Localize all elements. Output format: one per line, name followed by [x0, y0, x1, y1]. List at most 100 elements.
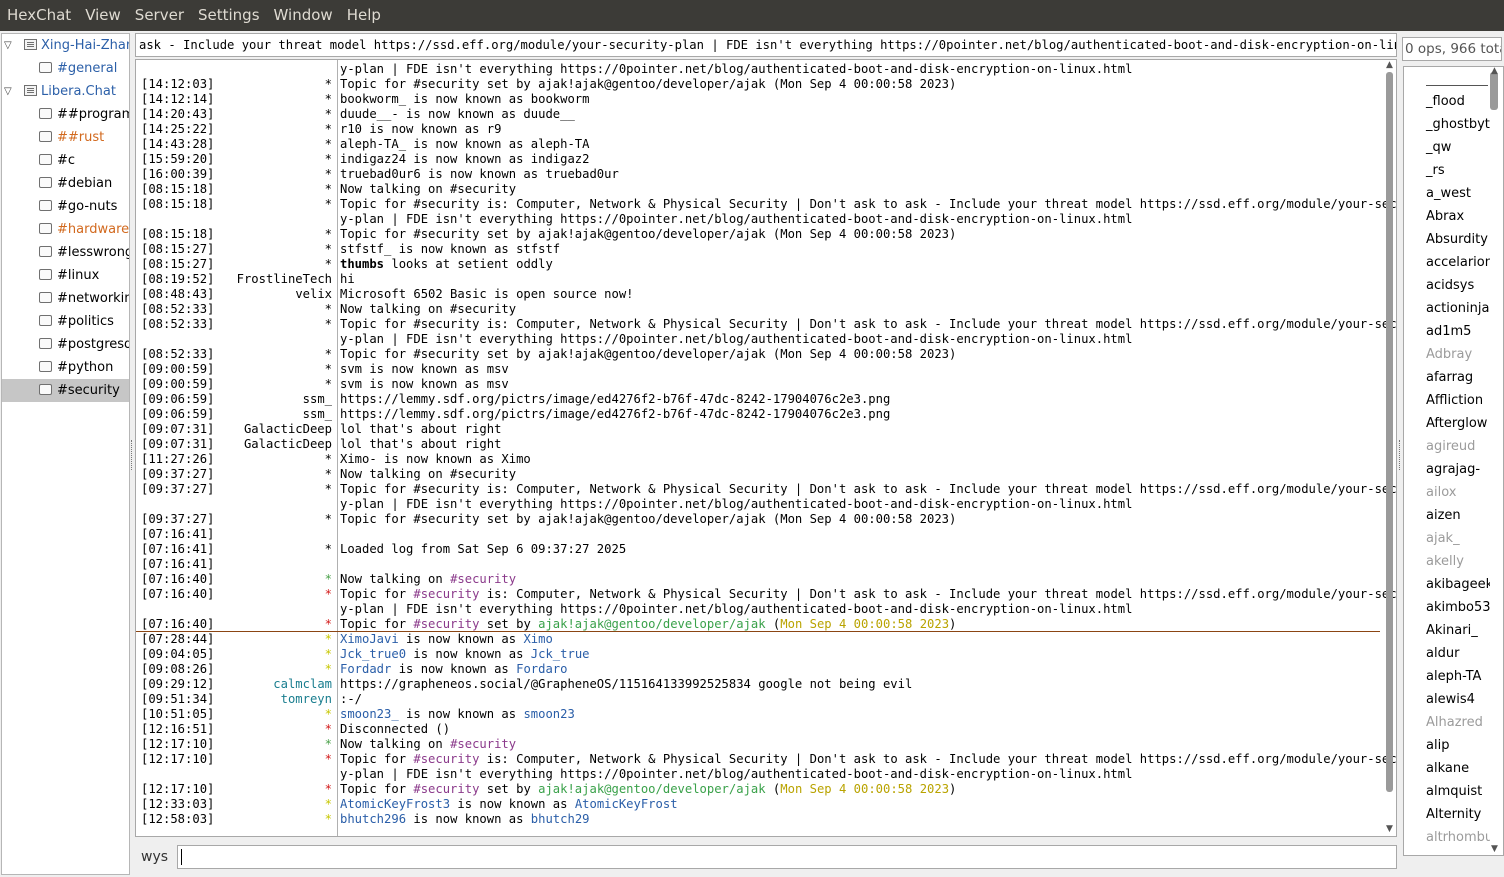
user-item[interactable]: _rs — [1404, 159, 1490, 182]
user-item[interactable]: akibageek — [1404, 573, 1490, 596]
channel-item[interactable]: #debian — [2, 172, 129, 195]
server-item[interactable]: ▽ Libera.Chat — [2, 80, 129, 103]
timestamp: [07:16:41] — [141, 527, 215, 541]
left-pane-grip[interactable] — [131, 440, 134, 470]
user-item[interactable]: _flood — [1404, 90, 1490, 113]
user-item[interactable]: alip — [1404, 734, 1490, 757]
channel-item[interactable]: #linux — [2, 264, 129, 287]
channel-item[interactable]: ##programming — [2, 103, 129, 126]
user-item[interactable]: Afterglow — [1404, 412, 1490, 435]
user-item[interactable]: akimbo533 — [1404, 596, 1490, 619]
channel-item[interactable]: #hardware — [2, 218, 129, 241]
message-input[interactable] — [177, 845, 1397, 869]
timestamp: [12:33:03] — [141, 797, 215, 811]
channel-item[interactable]: #python — [2, 356, 129, 379]
channel-item[interactable]: #postgresql — [2, 333, 129, 356]
menu-hexchat[interactable]: HexChat — [0, 0, 78, 31]
menu-bar: HexChat View Server Settings Window Help — [0, 0, 1504, 31]
channel-item[interactable]: ##rust — [2, 126, 129, 149]
user-name: _flood — [1426, 94, 1465, 109]
channel-item[interactable]: #c — [2, 149, 129, 172]
chat-scrollbar-thumb[interactable] — [1386, 72, 1393, 792]
expander-icon[interactable]: ▽ — [4, 80, 16, 103]
channel-item[interactable]: #go-nuts — [2, 195, 129, 218]
nick-label[interactable]: GalacticDeep — [244, 422, 332, 437]
menu-view[interactable]: View — [78, 0, 128, 31]
chat-line: [14:12:14] * bookworm_ is now known as boo… — [136, 92, 1382, 107]
message-text: Topic for #security is: Computer, Networ… — [340, 752, 1397, 766]
user-item[interactable]: almquist — [1404, 780, 1490, 803]
nick-label[interactable]: calmclam — [273, 677, 332, 692]
right-pane-grip[interactable] — [1399, 440, 1402, 470]
message-text: Topic for #security is: Computer, Networ… — [340, 317, 1397, 331]
user-item[interactable]: _ghostbyte — [1404, 113, 1490, 136]
message-text: Microsoft 6502 Basic is open source now! — [340, 287, 634, 301]
nick-label[interactable]: ssm_ — [303, 392, 332, 407]
user-item[interactable]: ad1m5 — [1404, 320, 1490, 343]
channel-item[interactable]: #lesswrong — [2, 241, 129, 264]
chat-area[interactable]: y-plan | FDE isn't everything https://0p… — [135, 59, 1397, 837]
menu-settings[interactable]: Settings — [191, 0, 267, 31]
nick-label[interactable]: GalacticDeep — [244, 437, 332, 452]
menu-server[interactable]: Server — [128, 0, 191, 31]
menu-window[interactable]: Window — [267, 0, 340, 31]
user-item[interactable]: ailox — [1404, 481, 1490, 504]
user-item[interactable]: agireud — [1404, 435, 1490, 458]
user-item[interactable]: Abrax — [1404, 205, 1490, 228]
user-item[interactable]: agrajag- — [1404, 458, 1490, 481]
user-item[interactable]: Affliction — [1404, 389, 1490, 412]
user-item[interactable]: aldur — [1404, 642, 1490, 665]
user-item[interactable]: actioninja — [1404, 297, 1490, 320]
user-list-scrollbar-thumb[interactable] — [1490, 72, 1498, 110]
menu-help[interactable]: Help — [340, 0, 388, 31]
channel-item[interactable]: #security — [2, 379, 129, 402]
user-item[interactable]: Alternity — [1404, 803, 1490, 826]
nick-label[interactable]: FrostlineTech — [237, 272, 332, 287]
channel-item[interactable]: #politics — [2, 310, 129, 333]
user-item[interactable]: Absurdity — [1404, 228, 1490, 251]
userlist-scroll-down-icon[interactable]: ▼ — [1491, 844, 1498, 854]
server-item[interactable]: ▽ Xing-Hai-Zhan — [2, 34, 129, 57]
user-item[interactable]: Akinari_ — [1404, 619, 1490, 642]
user-item[interactable]: Adbray — [1404, 343, 1490, 366]
event-marker: * — [324, 302, 332, 316]
user-item[interactable]: alewis4 — [1404, 688, 1490, 711]
message-text: Topic for #security set by ajak!ajak@gen… — [340, 617, 957, 631]
user-item[interactable]: acidsys — [1404, 274, 1490, 297]
chat-line: [08:15:18] * Topic for #security set by aj… — [136, 227, 1382, 242]
timestamp: [12:58:03] — [141, 812, 215, 826]
channel-item[interactable]: #general — [2, 57, 129, 80]
user-item[interactable]: alkane — [1404, 757, 1490, 780]
nick-label[interactable]: ssm_ — [303, 407, 332, 422]
nick-label[interactable]: tomreyn — [281, 692, 332, 707]
nick-button[interactable]: wys — [141, 849, 168, 865]
user-item[interactable]: Alhazred — [1404, 711, 1490, 734]
user-item[interactable]: akelly — [1404, 550, 1490, 573]
user-item[interactable]: altrhombus — [1404, 826, 1490, 849]
channel-item[interactable]: #networking — [2, 287, 129, 310]
server-label: Xing-Hai-Zhan — [41, 38, 129, 53]
timestamp: [12:17:10] — [141, 737, 215, 751]
user-item[interactable]: afarrag — [1404, 366, 1490, 389]
user-item[interactable]: a_west — [1404, 182, 1490, 205]
event-marker: * — [324, 662, 332, 676]
user-list: _flood _ghostbyte _qw _rs a_west Abrax Absurdi… — [1403, 66, 1504, 856]
chat-line: [08:52:33] * Topic for #security set by aj… — [136, 347, 1382, 362]
user-item[interactable]: accelarion — [1404, 251, 1490, 274]
chat-line: y-plan | FDE isn't everything https://0p… — [136, 332, 1382, 347]
user-name: aizen — [1426, 508, 1461, 523]
chat-line: [07:28:44] * XimoJavi is now known as Ximo — [136, 632, 1382, 647]
user-item[interactable]: aizen — [1404, 504, 1490, 527]
message-text: bookworm_ is now known as bookworm — [340, 92, 590, 106]
channel-icon — [39, 361, 52, 372]
message-text: svm is now known as msv — [340, 362, 509, 376]
userlist-scroll-up-icon[interactable]: ▲ — [1491, 66, 1498, 76]
nick-label[interactable]: velix — [295, 287, 332, 302]
scroll-up-icon[interactable]: ▲ — [1386, 60, 1393, 70]
user-item[interactable]: aleph-TA — [1404, 665, 1490, 688]
expander-icon[interactable]: ▽ — [4, 34, 16, 57]
topic-bar[interactable]: ask - Include your threat model https://… — [135, 33, 1397, 57]
user-item[interactable]: ajak_ — [1404, 527, 1490, 550]
user-item[interactable]: _qw — [1404, 136, 1490, 159]
scroll-down-icon[interactable]: ▼ — [1386, 824, 1393, 834]
